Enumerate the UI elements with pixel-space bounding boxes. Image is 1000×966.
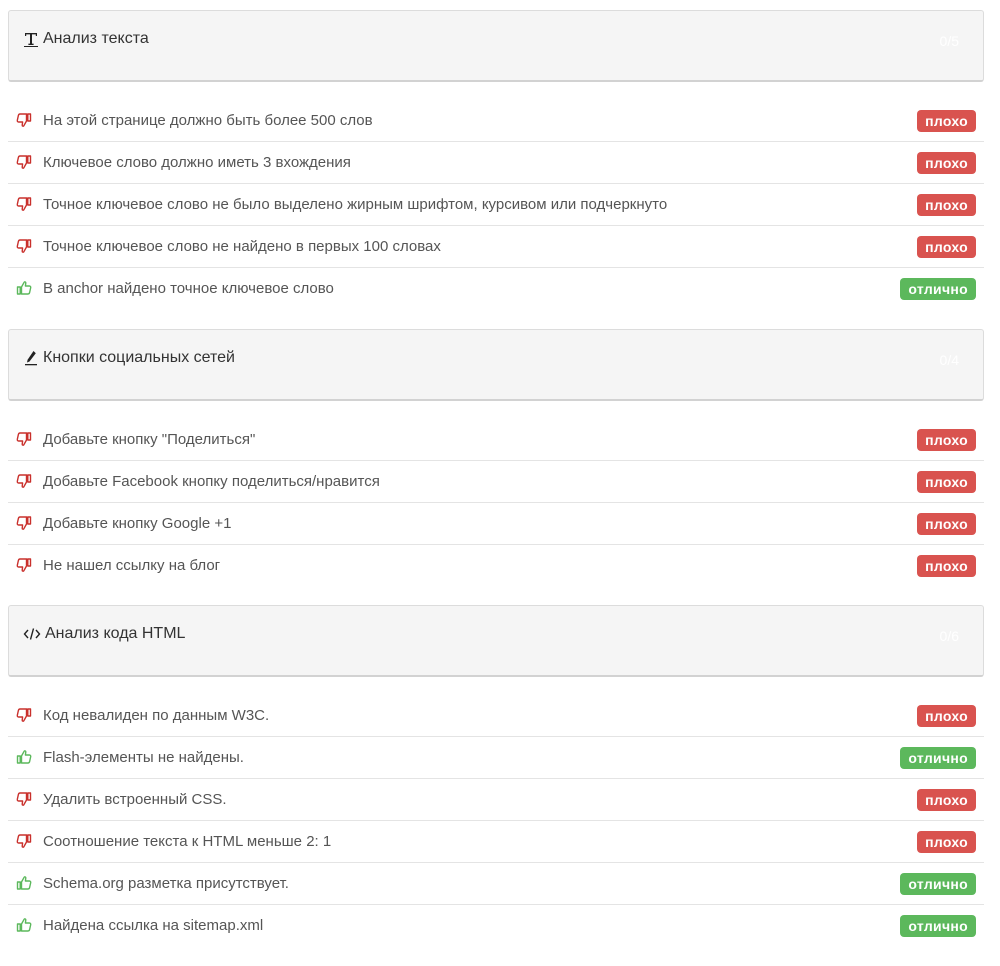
status-badge: плохо [917, 831, 976, 853]
section-title: Анализ текста [23, 30, 149, 48]
result-item: Не нашел ссылку на блог плохо [8, 545, 984, 587]
result-item: Точное ключевое слово не найдено в первы… [8, 226, 984, 268]
result-text: Добавьте кнопку Google +1 [43, 515, 232, 532]
result-item: Код невалиден по данным W3C. плохо [8, 695, 984, 737]
result-text: Точное ключевое слово не найдено в первы… [43, 238, 441, 255]
result-list: Добавьте кнопку "Поделиться" плохо Добав… [8, 419, 984, 587]
thumbs-down-icon [16, 791, 32, 807]
result-item: Найдена ссылка на sitemap.xml отлично [8, 905, 984, 947]
status-badge: плохо [917, 194, 976, 216]
result-item: Добавьте кнопку Google +1 плохо [8, 503, 984, 545]
section-title-text: Анализ текста [43, 30, 149, 47]
result-item: Schema.org разметка присутствует. отличн… [8, 863, 984, 905]
result-list: На этой странице должно быть более 500 с… [8, 100, 984, 310]
thumbs-up-icon [16, 875, 32, 891]
status-badge: плохо [917, 471, 976, 493]
section-social-buttons: Кнопки социальных сетей 0/4 Добавьте кно… [8, 329, 984, 587]
section-text-analysis: Анализ текста 0/5 На этой странице должн… [8, 10, 984, 310]
status-badge: отлично [900, 873, 976, 895]
result-item: Добавьте кнопку "Поделиться" плохо [8, 419, 984, 461]
thumbs-down-icon [16, 473, 32, 489]
section-title: Кнопки социальных сетей [23, 349, 235, 367]
section-title-text: Кнопки социальных сетей [43, 349, 235, 366]
status-badge: плохо [917, 789, 976, 811]
section-score: 0/4 [939, 352, 959, 368]
result-text: Соотношение текста к HTML меньше 2: 1 [43, 833, 332, 850]
thumbs-down-icon [16, 154, 32, 170]
section-header[interactable]: Анализ кода HTML 0/6 [8, 605, 984, 677]
result-text: В anchor найдено точное ключевое слово [43, 280, 334, 297]
result-text: Код невалиден по данным W3C. [43, 707, 270, 724]
section-header[interactable]: Кнопки социальных сетей 0/4 [8, 329, 984, 401]
result-text: Удалить встроенный CSS. [43, 791, 227, 808]
result-item: Flash-элементы не найдены. отлично [8, 737, 984, 779]
code-icon [23, 626, 41, 642]
thumbs-down-icon [16, 196, 32, 212]
section-header[interactable]: Анализ текста 0/5 [8, 10, 984, 82]
thumbs-down-icon [16, 557, 32, 573]
result-item: Удалить встроенный CSS. плохо [8, 779, 984, 821]
pen-icon [23, 350, 39, 366]
result-text: Ключевое слово должно иметь 3 вхождения [43, 154, 351, 171]
result-text: На этой странице должно быть более 500 с… [43, 112, 373, 129]
thumbs-down-icon [16, 707, 32, 723]
status-badge: отлично [900, 747, 976, 769]
thumbs-down-icon [16, 238, 32, 254]
section-title-text: Анализ кода HTML [45, 625, 186, 642]
result-item: Точное ключевое слово не было выделено ж… [8, 184, 984, 226]
text-format-icon [23, 31, 39, 47]
section-html-analysis: Анализ кода HTML 0/6 Код невалиден по да… [8, 605, 984, 947]
result-item: На этой странице должно быть более 500 с… [8, 100, 984, 142]
thumbs-down-icon [16, 515, 32, 531]
status-badge: плохо [917, 236, 976, 258]
thumbs-down-icon [16, 112, 32, 128]
thumbs-up-icon [16, 280, 32, 296]
thumbs-up-icon [16, 917, 32, 933]
result-item: Ключевое слово должно иметь 3 вхождения … [8, 142, 984, 184]
section-score: 0/5 [939, 33, 959, 49]
section-title: Анализ кода HTML [23, 625, 185, 643]
status-badge: плохо [917, 555, 976, 577]
status-badge: отлично [900, 278, 976, 300]
result-text: Добавьте кнопку "Поделиться" [43, 431, 256, 448]
result-list: Код невалиден по данным W3C. плохо Flash… [8, 695, 984, 947]
thumbs-up-icon [16, 749, 32, 765]
result-text: Flash-элементы не найдены. [43, 749, 244, 766]
thumbs-down-icon [16, 833, 32, 849]
status-badge: отлично [900, 915, 976, 937]
result-text: Schema.org разметка присутствует. [43, 875, 289, 892]
thumbs-down-icon [16, 431, 32, 447]
status-badge: плохо [917, 152, 976, 174]
status-badge: плохо [917, 705, 976, 727]
status-badge: плохо [917, 429, 976, 451]
section-score: 0/6 [939, 628, 959, 644]
result-text: Точное ключевое слово не было выделено ж… [43, 196, 668, 213]
status-badge: плохо [917, 110, 976, 132]
result-item: В anchor найдено точное ключевое слово о… [8, 268, 984, 310]
result-text: Добавьте Facebook кнопку поделиться/нрав… [43, 473, 380, 490]
result-text: Найдена ссылка на sitemap.xml [43, 917, 264, 934]
result-text: Не нашел ссылку на блог [43, 557, 221, 574]
result-item: Добавьте Facebook кнопку поделиться/нрав… [8, 461, 984, 503]
result-item: Соотношение текста к HTML меньше 2: 1 пл… [8, 821, 984, 863]
status-badge: плохо [917, 513, 976, 535]
